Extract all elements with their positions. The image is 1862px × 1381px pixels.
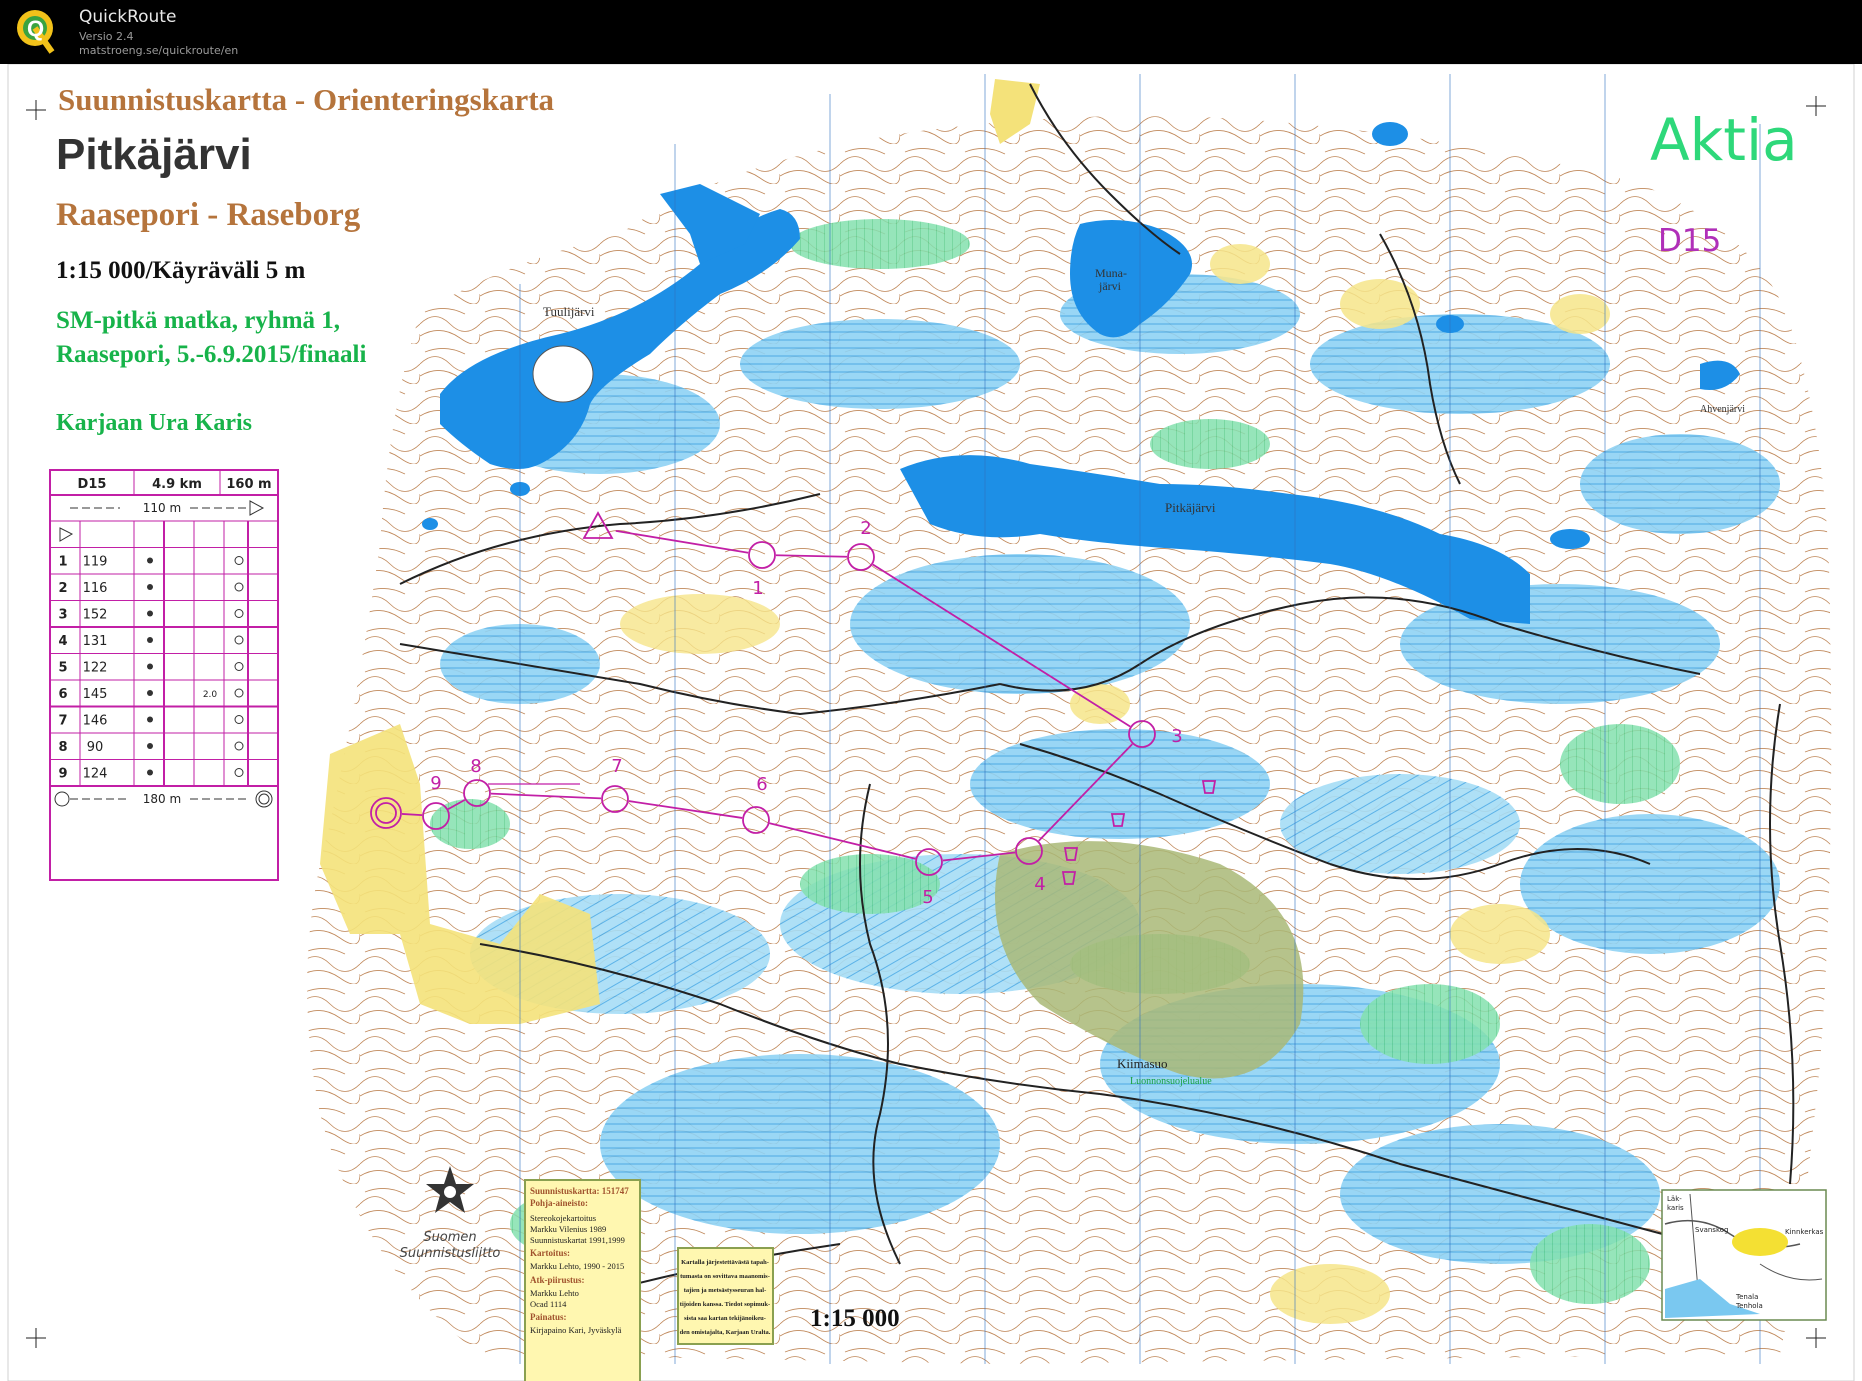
svg-text:Stereokojekartoitus: Stereokojekartoitus <box>530 1213 596 1223</box>
feature-symbol-icon <box>147 769 153 776</box>
card-row-number: 7 <box>58 714 67 729</box>
card-row-number: 9 <box>58 767 67 782</box>
locator-inset-map: Läk- karis Svanskog Kinnkerkas Tenala Te… <box>1661 1189 1827 1321</box>
card-row-code: 90 <box>87 740 104 755</box>
map-info-box: Suunnistuskartta: 151747 Pohja-aineisto:… <box>524 1179 641 1381</box>
card-row-code: 116 <box>83 581 108 596</box>
sponsor-logo: Aktia <box>1650 106 1798 174</box>
card-row-code: 145 <box>83 687 108 702</box>
svg-text:Pohja-aineisto:: Pohja-aineisto: <box>530 1198 588 1208</box>
card-start-taping: 110 m <box>143 501 181 515</box>
copyright-line: den omistajalta, Karjaan Uralta. <box>680 1329 771 1336</box>
card-class: D15 <box>78 477 107 492</box>
map-region: Raasepori - Raseborg <box>56 197 361 233</box>
svg-text:Tenala: Tenala <box>1735 1293 1758 1301</box>
course-leg <box>401 813 423 817</box>
svg-text:Kirjapaino Kari, Jyväskylä: Kirjapaino Kari, Jyväskylä <box>530 1325 622 1335</box>
control-number-2: 2 <box>860 518 871 539</box>
card-climb: 160 m <box>226 477 271 492</box>
club-name: Karjaan Ura Karis <box>56 410 252 436</box>
feature-symbol-icon <box>147 584 153 590</box>
control-number-8: 8 <box>470 756 481 777</box>
svg-text:karis: karis <box>1667 1204 1684 1212</box>
federation-line-2: Suunnistusliitto <box>400 1246 501 1261</box>
svg-text:Markku Lehto, 1990 - 2015: Markku Lehto, 1990 - 2015 <box>530 1261 624 1271</box>
copyright-box: Kartalla järjestettävästä tapah-tumasta … <box>677 1247 774 1345</box>
class-label: D15 <box>1658 223 1721 259</box>
card-row-extra: 2.0 <box>203 690 218 700</box>
card-finish-taping: 180 m <box>143 792 181 806</box>
svg-text:Atk-piirustus:: Atk-piirustus: <box>530 1275 585 1285</box>
control-number-7: 7 <box>611 756 622 777</box>
card-length: 4.9 km <box>152 477 202 492</box>
control-number-4: 4 <box>1034 874 1045 895</box>
copyright-line: tajien ja metsästysseuran hal- <box>684 1287 767 1294</box>
quickroute-logo-icon: Q <box>12 6 58 58</box>
svg-text:Suunnistuskartat 1991,1999: Suunnistuskartat 1991,1999 <box>530 1235 625 1245</box>
map-scale-line: 1:15 000/Käyräväli 5 m <box>56 257 305 284</box>
card-row-number: 8 <box>58 740 67 755</box>
card-row-number: 3 <box>58 608 67 623</box>
island <box>532 345 594 403</box>
feature-symbol-icon <box>147 610 153 617</box>
card-row-number: 1 <box>58 555 67 570</box>
control-number-5: 5 <box>922 887 933 908</box>
copyright-line: tumasta on sovittava maanomis- <box>680 1273 770 1280</box>
svg-text:Markku Vilenius 1989: Markku Vilenius 1989 <box>530 1224 606 1234</box>
app-title: QuickRoute <box>79 7 177 27</box>
card-row-number: 2 <box>58 581 67 596</box>
feature-symbol-icon <box>147 690 153 696</box>
app-url[interactable]: matstroeng.se/quickroute/en <box>79 44 238 57</box>
svg-text:Svanskog: Svanskog <box>1695 1226 1729 1234</box>
control-description-card: D15 4.9 km 160 m 110 m 1 119 2 116 3 152 4 131 5 122 6… <box>49 469 279 881</box>
place-tuulijarvi: Tuulijärvi <box>543 304 595 319</box>
copyright-line: sista saa kartan tekijänoikeu- <box>684 1315 766 1322</box>
card-row-number: 5 <box>58 661 67 676</box>
feature-symbol-icon <box>147 716 153 723</box>
card-row-code: 131 <box>83 634 108 649</box>
feature-symbol-icon <box>147 663 153 670</box>
event-line-1: SM-pitkä matka, ryhmä 1, <box>56 307 340 334</box>
control-number-3: 3 <box>1171 726 1182 747</box>
card-row-number: 6 <box>58 687 67 702</box>
app-version: Versio 2.4 <box>79 30 134 43</box>
svg-text:Läk-: Läk- <box>1667 1195 1682 1203</box>
place-muna-2: järvi <box>1098 279 1122 293</box>
card-row-code: 152 <box>83 608 108 623</box>
svg-text:Suunnistuskartta: 151747: Suunnistuskartta: 151747 <box>530 1186 629 1196</box>
copyright-line: tijoiden kanssa. Tiedot sopimuk- <box>680 1301 770 1308</box>
control-number-1: 1 <box>752 578 763 599</box>
title-bar: Q QuickRoute Versio 2.4 matstroeng.se/qu… <box>0 0 1862 64</box>
control-number-9: 9 <box>430 773 441 794</box>
map-name: Pitkäjärvi <box>56 130 252 179</box>
card-row-number: 4 <box>58 634 67 649</box>
feature-symbol-icon <box>147 557 153 564</box>
svg-text:Kartoitus:: Kartoitus: <box>530 1248 570 1258</box>
place-ahvenjarvi: Ahvenjärvi <box>1700 404 1745 415</box>
place-reserve: Luonnonsuojelualue <box>1130 1076 1212 1087</box>
orienteering-map[interactable]: Suunnistuskartta - Orienteringskarta Pit… <box>0 64 1862 1381</box>
place-kiimasuo: Kiimasuo <box>1117 1056 1168 1071</box>
card-row-code: 119 <box>83 555 108 570</box>
control-number-6: 6 <box>756 774 767 795</box>
svg-text:Markku Lehto: Markku Lehto <box>530 1288 579 1298</box>
logo-letter: Q <box>27 16 44 41</box>
card-row-code: 124 <box>83 767 108 782</box>
card-row-code: 146 <box>83 714 108 729</box>
svg-text:Tenhola: Tenhola <box>1735 1302 1763 1310</box>
feature-symbol-icon <box>147 637 153 643</box>
federation-line-1: Suomen <box>423 1230 476 1245</box>
place-muna-1: Muna- <box>1095 266 1127 280</box>
copyright-line: Kartalla järjestettävästä tapah- <box>681 1259 769 1266</box>
feature-symbol-icon <box>147 743 153 749</box>
scale-bottom: 1:15 000 <box>810 1305 900 1332</box>
card-row-code: 122 <box>83 661 108 676</box>
event-line-2: Raasepori, 5.-6.9.2015/finaali <box>56 341 366 368</box>
svg-text:Kinnkerkas: Kinnkerkas <box>1785 1228 1824 1236</box>
place-pitkajarvi: Pitkäjärvi <box>1165 500 1216 515</box>
svg-text:Painatus:: Painatus: <box>530 1312 567 1322</box>
svg-text:Ocad 1114: Ocad 1114 <box>530 1299 567 1309</box>
map-header: Suunnistuskartta - Orienteringskarta <box>58 82 555 117</box>
